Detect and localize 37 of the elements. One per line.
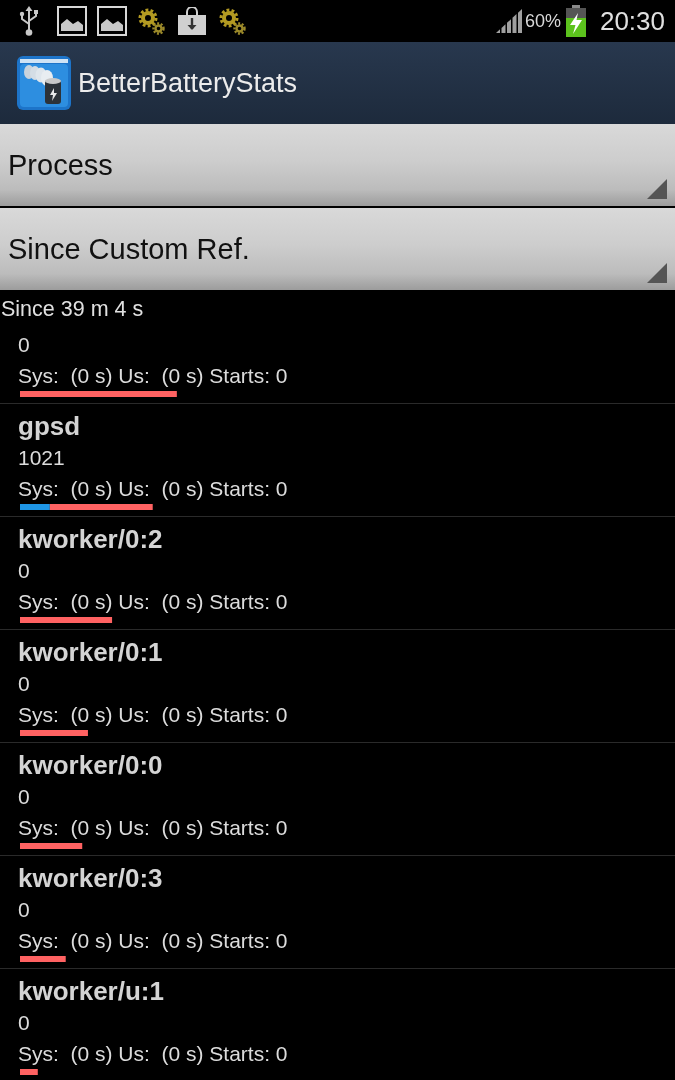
- process-uid: 0: [18, 1010, 30, 1036]
- image-icon: [97, 6, 127, 36]
- process-stats: Sys: (0 s) Us: (0 s) Starts: 0: [18, 589, 288, 615]
- battery-icon: [565, 5, 586, 37]
- app-logo-icon: [17, 56, 71, 110]
- process-name: kworker/0:3: [18, 862, 163, 894]
- dropdown[interactable]: Process: [0, 124, 675, 206]
- process-uid: 0: [18, 784, 30, 810]
- image-icon: [57, 6, 87, 36]
- usb-icon: [18, 6, 40, 36]
- process-name: gpsd: [18, 410, 81, 442]
- process-name: kworker/u:1: [18, 975, 164, 1007]
- process-stats: Sys: (0 s) Us: (0 s) Starts: 0: [18, 363, 288, 389]
- download-icon: [178, 7, 206, 35]
- process-uid: 1021: [18, 445, 65, 471]
- caret-icon: [647, 263, 667, 283]
- process-stats: Sys: (0 s) Us: (0 s) Starts: 0: [18, 815, 288, 841]
- process-stats: Sys: (0 s) Us: (0 s) Starts: 0: [18, 702, 288, 728]
- process-uid: 0: [18, 558, 30, 584]
- battery-percent: 60%: [524, 11, 561, 31]
- process-stats: Sys: (0 s) Us: (0 s) Starts: 0: [18, 476, 288, 502]
- dropdown[interactable]: Since Custom Ref.: [0, 208, 675, 290]
- gear-icon: [218, 7, 246, 35]
- signal-icon: [495, 9, 522, 33]
- process-stats: Sys: (0 s) Us: (0 s) Starts: 0: [18, 928, 288, 954]
- caret-icon: [647, 179, 667, 199]
- app-title: BetterBatteryStats: [78, 67, 298, 100]
- process-name: kworker/0:0: [18, 749, 163, 781]
- process-name: kworker/0:2: [18, 523, 163, 555]
- process-uid: 0: [18, 332, 30, 358]
- process-uid: 0: [18, 897, 30, 923]
- process-uid: 0: [18, 671, 30, 697]
- elapsed-time-label: Since 39 m 4 s: [1, 296, 144, 322]
- process-name: kworker/0:1: [18, 636, 163, 668]
- process-stats: Sys: (0 s) Us: (0 s) Starts: 0: [18, 1041, 288, 1067]
- clock-time: 20:30: [599, 6, 665, 36]
- gear-icon: [137, 7, 165, 35]
